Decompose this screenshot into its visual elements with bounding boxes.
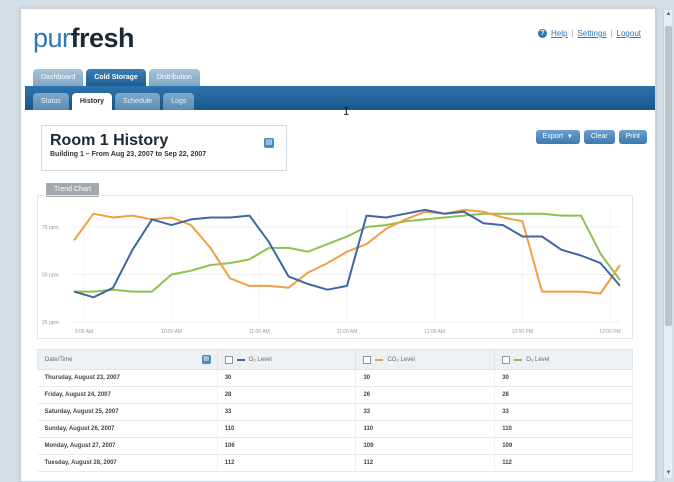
x-tick-label: 9:00 AM (75, 329, 93, 335)
link-separator: | (571, 29, 574, 38)
trend-chart: 25 ppm 50 ppm 75 ppm 9:00 AM 10:00 AM 11:00 A… (37, 195, 633, 339)
cell-value: 109 (355, 437, 496, 455)
table-row[interactable]: Sunday, August 26, 2007 110 110 110 (37, 420, 633, 438)
cell-value: 109 (494, 437, 633, 455)
series-swatch (236, 358, 245, 361)
cell-value: 28 (217, 386, 357, 404)
scroll-thumb[interactable] (665, 26, 672, 326)
action-buttons: Export ▼ Clear Print (535, 130, 647, 144)
series-checkbox[interactable] (224, 355, 233, 364)
cell-value: 30 (494, 369, 633, 387)
y-tick-label: 25 ppm (42, 320, 59, 326)
cell-date: Sunday, August 26, 2007 (37, 420, 218, 438)
main-tabs: Dashboard Cold Storage Distribution (33, 69, 200, 86)
tab-dashboard[interactable]: Dashboard (33, 69, 84, 86)
table-row[interactable]: Tuesday, August 28, 2007 112 112 112 (37, 454, 633, 472)
help-icon[interactable]: ? (538, 29, 548, 38)
cell-value: 106 (217, 437, 357, 455)
cell-date: Saturday, August 25, 2007 (37, 403, 218, 421)
cell-date: Thursday, August 23, 2007 (37, 369, 218, 387)
calendar-icon[interactable]: ▤ (264, 138, 274, 148)
x-tick-label: 10:00 AM (161, 329, 182, 335)
table-row[interactable]: Friday, August 24, 2007 28 26 28 (37, 386, 633, 404)
x-tick-label: 11:00 AM (249, 329, 270, 335)
tab-distribution[interactable]: Distribution (148, 69, 200, 86)
top-links: ? Help | Settings | Logout (538, 29, 641, 38)
col-datetime[interactable]: Date/Time ▤ (37, 349, 218, 370)
col-o3-label: O₃ Level (526, 356, 550, 363)
trend-chart-svg: 25 ppm 50 ppm 75 ppm 9:00 AM 10:00 AM 11:00 A… (42, 208, 621, 335)
cell-value: 26 (355, 386, 496, 404)
col-co2[interactable]: CO₂ Level (355, 349, 496, 370)
cell-value: 30 (355, 369, 496, 387)
cell-value: 110 (355, 420, 496, 438)
purfresh-logo: purfresh (33, 23, 135, 53)
cell-value: 110 (217, 420, 357, 438)
table-row[interactable]: Thursday, August 23, 2007 30 30 30 (37, 369, 633, 387)
col-datetime-label: Date/Time (45, 356, 73, 363)
chevron-down-icon: ▼ (566, 134, 573, 140)
scroll-up-icon[interactable]: ▲ (665, 10, 672, 19)
x-tick-label: 12:00 PM (512, 329, 533, 335)
table-row[interactable]: Monday, August 27, 2007 106 109 109 (37, 437, 633, 455)
export-button[interactable]: Export ▼ (535, 130, 580, 144)
clear-button[interactable]: Clear (583, 130, 615, 144)
history-table: Date/Time ▤ O₂ Level CO₂ Level O₃ Level T… (37, 349, 633, 472)
cell-value: 33 (494, 403, 633, 421)
y-tick-label: 75 ppm (42, 225, 59, 231)
subtab-logs[interactable]: Logs (163, 93, 195, 110)
help-link[interactable]: Help (551, 29, 567, 38)
cell-value: 33 (355, 403, 496, 421)
logout-link[interactable]: Logout (617, 29, 641, 38)
cell-date: Friday, August 24, 2007 (37, 386, 218, 404)
scroll-down-icon[interactable]: ▼ (665, 469, 672, 478)
table-row[interactable]: Saturday, August 25, 2007 33 33 33 (37, 403, 633, 421)
cell-value: 30 (217, 369, 357, 387)
cell-value: 33 (217, 403, 357, 421)
sort-icon[interactable]: ▤ (201, 355, 211, 364)
cell-value: 112 (217, 454, 357, 472)
subtab-status[interactable]: Status (33, 93, 69, 110)
subtab-history[interactable]: History (71, 93, 112, 110)
text-cursor-icon: I (343, 105, 350, 118)
sub-tabs: Status History Schedule Logs (33, 93, 195, 110)
x-tick-label: 11:00 AM (337, 329, 358, 335)
cell-value: 28 (494, 386, 633, 404)
link-separator: | (610, 29, 613, 38)
cell-value: 110 (494, 420, 633, 438)
print-button[interactable]: Print (618, 130, 647, 144)
cell-value: 112 (355, 454, 496, 472)
col-o2-label: O₂ Level (248, 356, 272, 363)
date-range-subtitle: Building 1 – From Aug 23, 2007 to Sep 22… (50, 151, 207, 158)
series-swatch (375, 358, 384, 361)
series-checkbox[interactable] (502, 355, 511, 364)
series-swatch (514, 358, 523, 361)
export-label: Export (542, 133, 563, 140)
settings-link[interactable]: Settings (578, 29, 607, 38)
series-checkbox[interactable] (363, 355, 372, 364)
subtab-schedule[interactable]: Schedule (114, 93, 161, 110)
tab-cold-storage[interactable]: Cold Storage (86, 69, 146, 86)
col-co2-label: CO₂ Level (387, 356, 415, 363)
page-title: Room 1 History (50, 132, 169, 149)
col-o2[interactable]: O₂ Level (216, 349, 357, 370)
vertical-scrollbar[interactable]: ▲ ▼ (663, 10, 672, 478)
cell-date: Monday, August 27, 2007 (37, 437, 218, 455)
table-header-row: Date/Time ▤ O₂ Level CO₂ Level O₃ Level (37, 349, 633, 370)
cell-value: 112 (494, 454, 633, 472)
x-tick-label: 12:00 PM (599, 329, 620, 335)
col-o3[interactable]: O₃ Level (494, 349, 633, 370)
history-header: Room 1 History Building 1 – From Aug 23,… (41, 125, 287, 171)
y-tick-label: 50 ppm (42, 273, 59, 279)
app-window: purfresh ? Help | Settings | Logout Dash… (20, 8, 656, 482)
cell-date: Tuesday, August 28, 2007 (37, 454, 218, 472)
x-tick-label: 11:00 AM (424, 329, 445, 335)
